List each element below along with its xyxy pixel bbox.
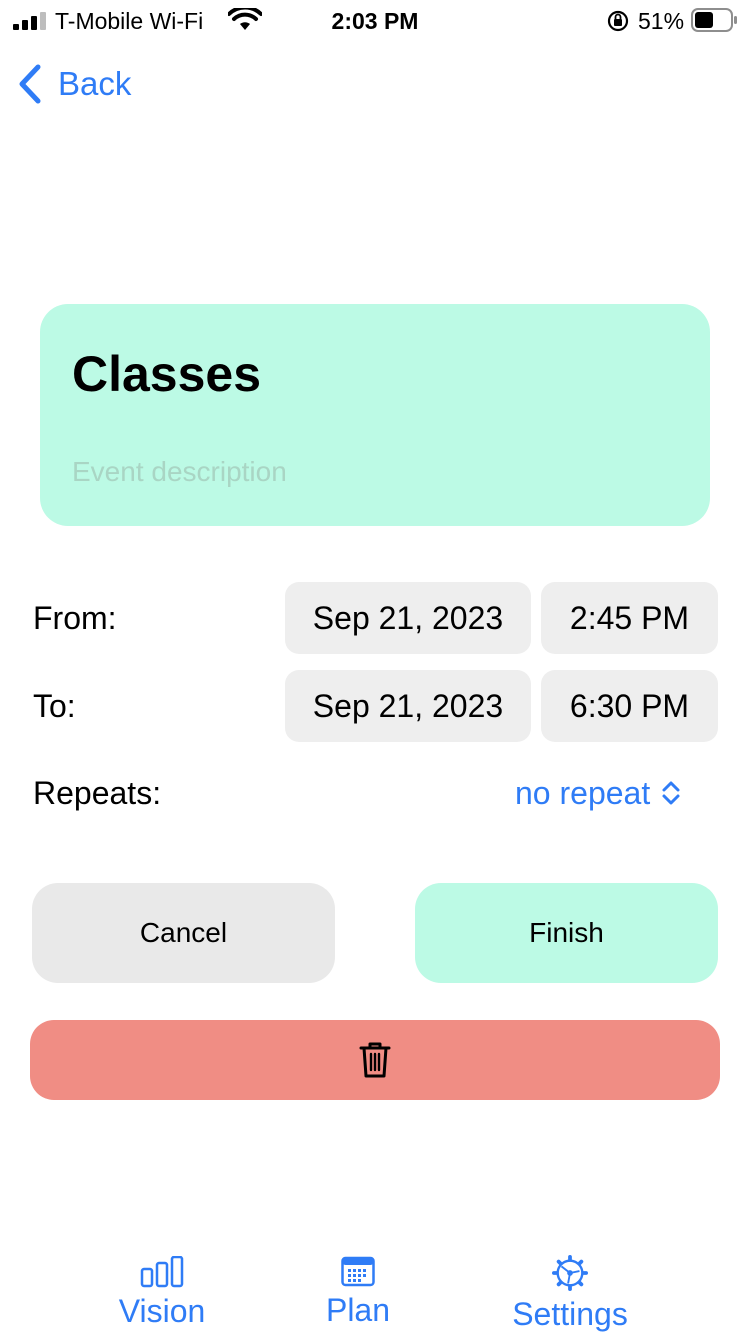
delete-button[interactable] — [30, 1020, 720, 1100]
event-card: Classes Event description — [40, 304, 710, 526]
calendar-icon — [341, 1256, 375, 1287]
to-time-picker[interactable]: 6:30 PM — [541, 670, 718, 742]
trash-icon — [359, 1042, 391, 1078]
from-label: From: — [33, 600, 117, 636]
back-label: Back — [58, 65, 132, 102]
tab-vision-label: Vision — [118, 1293, 206, 1329]
event-title[interactable]: Classes — [72, 344, 261, 404]
orientation-lock-icon — [607, 10, 629, 32]
status-bar: T-Mobile Wi-Fi 2:03 PM 51% — [0, 0, 750, 42]
tab-settings[interactable]: Settings — [500, 1255, 640, 1332]
battery-icon — [691, 8, 737, 32]
from-date-picker[interactable]: Sep 21, 2023 — [285, 582, 531, 654]
to-date-picker[interactable]: Sep 21, 2023 — [285, 670, 531, 742]
finish-button[interactable]: Finish — [415, 883, 718, 983]
repeat-selector[interactable]: no repeat — [515, 772, 682, 814]
battery-percent: 51% — [638, 8, 685, 34]
bar-chart-icon — [140, 1255, 184, 1288]
back-button[interactable]: Back — [16, 62, 131, 106]
tab-settings-label: Settings — [512, 1296, 628, 1332]
from-time-picker[interactable]: 2:45 PM — [541, 582, 718, 654]
chevron-up-down-icon — [662, 781, 680, 805]
cancel-button[interactable]: Cancel — [32, 883, 335, 983]
to-label: To: — [33, 688, 76, 724]
tab-vision[interactable]: Vision — [102, 1255, 222, 1329]
event-description-field[interactable]: Event description — [72, 454, 287, 490]
tab-plan[interactable]: Plan — [308, 1255, 408, 1328]
repeat-value: no repeat — [515, 775, 651, 811]
chevron-left-icon — [19, 64, 41, 104]
tab-plan-label: Plan — [325, 1292, 391, 1328]
gear-icon — [552, 1255, 588, 1291]
repeats-label: Repeats: — [33, 775, 162, 811]
